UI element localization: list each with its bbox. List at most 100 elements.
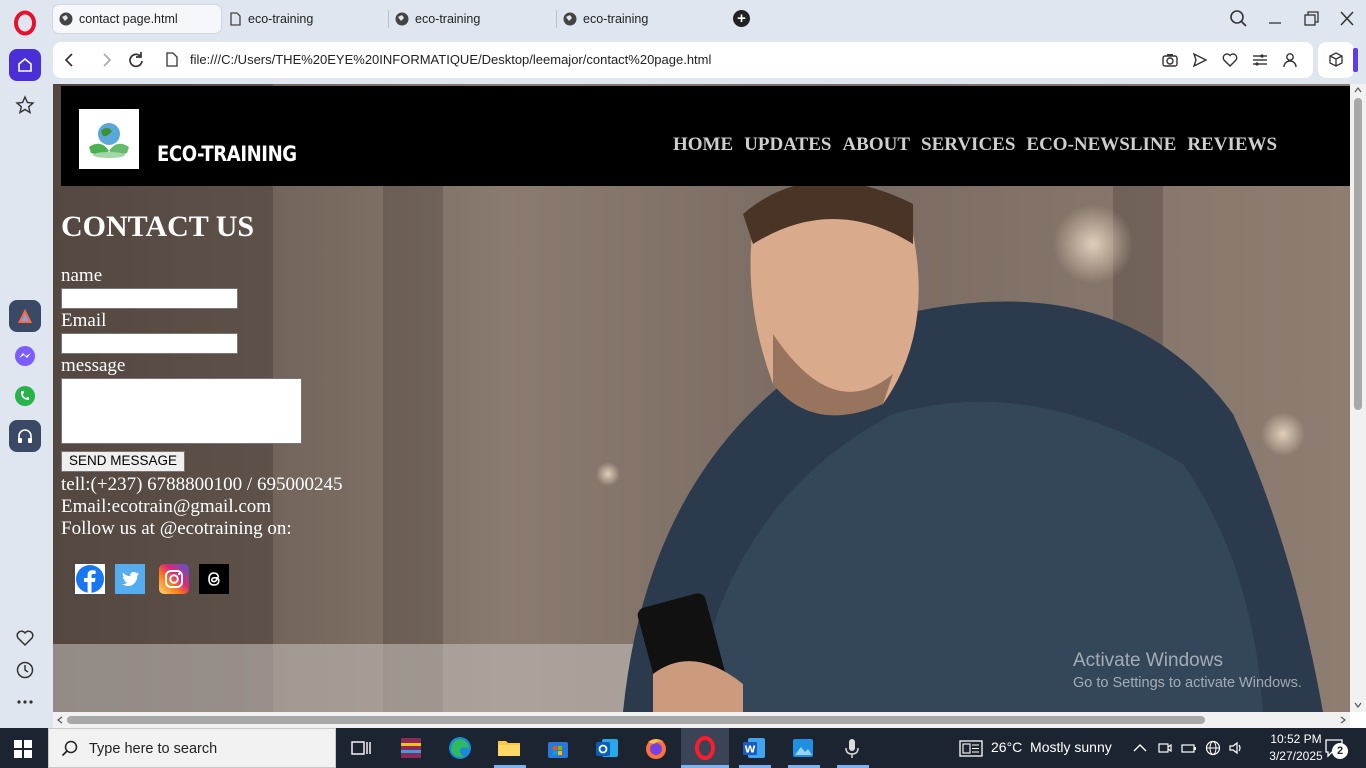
meet-now-icon[interactable] [1157, 740, 1173, 756]
whatsapp-button[interactable] [9, 380, 41, 412]
outlook-icon[interactable] [593, 734, 621, 762]
taskbar-search[interactable]: Type here to search [48, 728, 336, 768]
volume-icon[interactable] [1228, 740, 1244, 756]
bookmarks-button[interactable] [9, 622, 41, 654]
contact-section: CONTACT US name Email message SEND MESSA… [61, 210, 342, 540]
pinboard-button[interactable] [9, 89, 41, 121]
vertical-scroll-thumb[interactable] [1354, 98, 1362, 410]
scroll-right-icon[interactable] [1339, 716, 1347, 724]
message-textarea[interactable] [61, 378, 302, 444]
aria-icon [18, 309, 32, 323]
clock-time: 10:52 PM [1270, 732, 1322, 746]
opera-icon[interactable] [691, 734, 719, 762]
weather-text[interactable]: 26°C Mostly sunny [991, 739, 1112, 755]
winrar-icon[interactable] [397, 734, 425, 762]
tab-label: eco-training [583, 12, 649, 26]
battery-icon[interactable] [1181, 740, 1197, 756]
opera-logo-icon[interactable] [12, 10, 38, 36]
network-globe-icon[interactable] [1205, 740, 1221, 756]
nav-about[interactable]: ABOUT [842, 134, 910, 156]
easy-setup-icon[interactable] [1251, 51, 1269, 69]
tab-eco-training-2[interactable]: eco-training [389, 5, 554, 33]
vertical-scrollbar[interactable] [1350, 84, 1366, 712]
nav-eco-newsline[interactable]: ECO-NEWSLINE [1026, 134, 1176, 156]
scrollbar-corner [1350, 712, 1366, 728]
history-button[interactable] [9, 654, 41, 686]
globe-icon [59, 12, 73, 26]
main-nav: HOME UPDATES ABOUT SERVICES ECO-NEWSLINE… [673, 134, 1277, 156]
firefox-icon[interactable] [642, 734, 670, 762]
clock-icon [16, 661, 34, 679]
nav-services[interactable]: SERVICES [921, 134, 1015, 156]
tab-eco-training-1[interactable]: eco-training [222, 5, 387, 33]
music-player-button[interactable] [9, 420, 41, 452]
scroll-left-icon[interactable] [56, 716, 64, 724]
forward-icon[interactable] [95, 49, 117, 71]
send-message-button[interactable]: SEND MESSAGE [61, 451, 186, 472]
more-button[interactable] [9, 686, 41, 718]
url-field[interactable]: file:///C:/Users/THE%20EYE%20INFORMATIQU… [190, 52, 711, 67]
tab-label: eco-training [248, 12, 314, 26]
back-icon[interactable] [59, 49, 81, 71]
camera-icon[interactable] [1161, 51, 1179, 69]
sidebar-toggle[interactable] [1353, 48, 1358, 72]
email-text: Email:ecotrain@gmail.com [61, 496, 272, 517]
messenger-button[interactable] [9, 340, 41, 372]
microsoft-store-icon[interactable] [544, 734, 572, 762]
weather-news-icon[interactable] [959, 740, 983, 757]
edge-icon[interactable] [446, 734, 474, 762]
facebook-icon[interactable] [75, 564, 105, 594]
svg-text:W: W [744, 745, 755, 756]
extensions-button[interactable] [1318, 42, 1354, 78]
word-icon[interactable]: W [740, 734, 768, 762]
scroll-up-icon[interactable] [1354, 86, 1362, 94]
file-icon [230, 12, 241, 26]
chevron-up-icon[interactable] [1132, 741, 1148, 755]
aria-button[interactable] [9, 300, 41, 332]
horizontal-scroll-thumb[interactable] [67, 716, 1205, 724]
photos-icon[interactable] [789, 734, 817, 762]
heart-icon[interactable] [1221, 51, 1239, 69]
whatsapp-icon [15, 386, 35, 406]
send-icon[interactable] [1191, 51, 1209, 69]
messenger-icon [15, 346, 35, 366]
tab-eco-training-3[interactable]: eco-training [557, 5, 727, 33]
profile-icon[interactable] [1281, 51, 1299, 69]
page-title: CONTACT US [61, 210, 255, 243]
microphone-icon[interactable] [838, 734, 866, 762]
nav-home[interactable]: HOME [673, 134, 733, 156]
scroll-down-icon[interactable] [1354, 701, 1362, 709]
site-logo[interactable] [79, 109, 139, 169]
page-viewport: ECO-TRAINING HOME UPDATES ABOUT SERVICES… [53, 84, 1350, 712]
task-view-icon[interactable] [347, 734, 375, 762]
heart-icon [16, 630, 34, 647]
threads-icon[interactable] [199, 564, 229, 594]
instagram-icon[interactable] [159, 564, 189, 594]
search-tabs-icon[interactable] [1227, 8, 1251, 30]
tab-contact-page[interactable]: contact page.html [53, 5, 221, 33]
globe-icon [563, 12, 577, 26]
minimize-icon[interactable] [1263, 8, 1287, 30]
twitter-icon[interactable] [115, 564, 145, 594]
name-field[interactable] [61, 288, 238, 309]
new-tab-button[interactable]: + [733, 10, 750, 27]
system-clock[interactable]: 10:52 PM 3/27/2025 [1258, 731, 1334, 765]
email-label: Email [61, 310, 107, 331]
activate-windows-watermark: Activate Windows Go to Settings to activ… [1073, 650, 1302, 691]
file-explorer-icon[interactable] [495, 734, 523, 762]
email-field[interactable] [61, 333, 238, 354]
restore-icon[interactable] [1299, 8, 1323, 30]
file-icon [166, 52, 178, 67]
reload-icon[interactable] [125, 49, 147, 71]
headphones-icon [18, 429, 32, 443]
windows-start-icon[interactable] [14, 740, 32, 758]
home-button[interactable] [9, 49, 41, 81]
name-label: name [61, 265, 103, 286]
watermark-title: Activate Windows [1073, 650, 1223, 671]
nav-updates[interactable]: UPDATES [744, 134, 831, 156]
close-icon[interactable] [1335, 8, 1359, 30]
horizontal-scrollbar[interactable] [53, 712, 1350, 728]
message-label: message [61, 355, 126, 376]
cube-icon [1329, 52, 1343, 67]
nav-reviews[interactable]: REVIEWS [1187, 134, 1277, 156]
